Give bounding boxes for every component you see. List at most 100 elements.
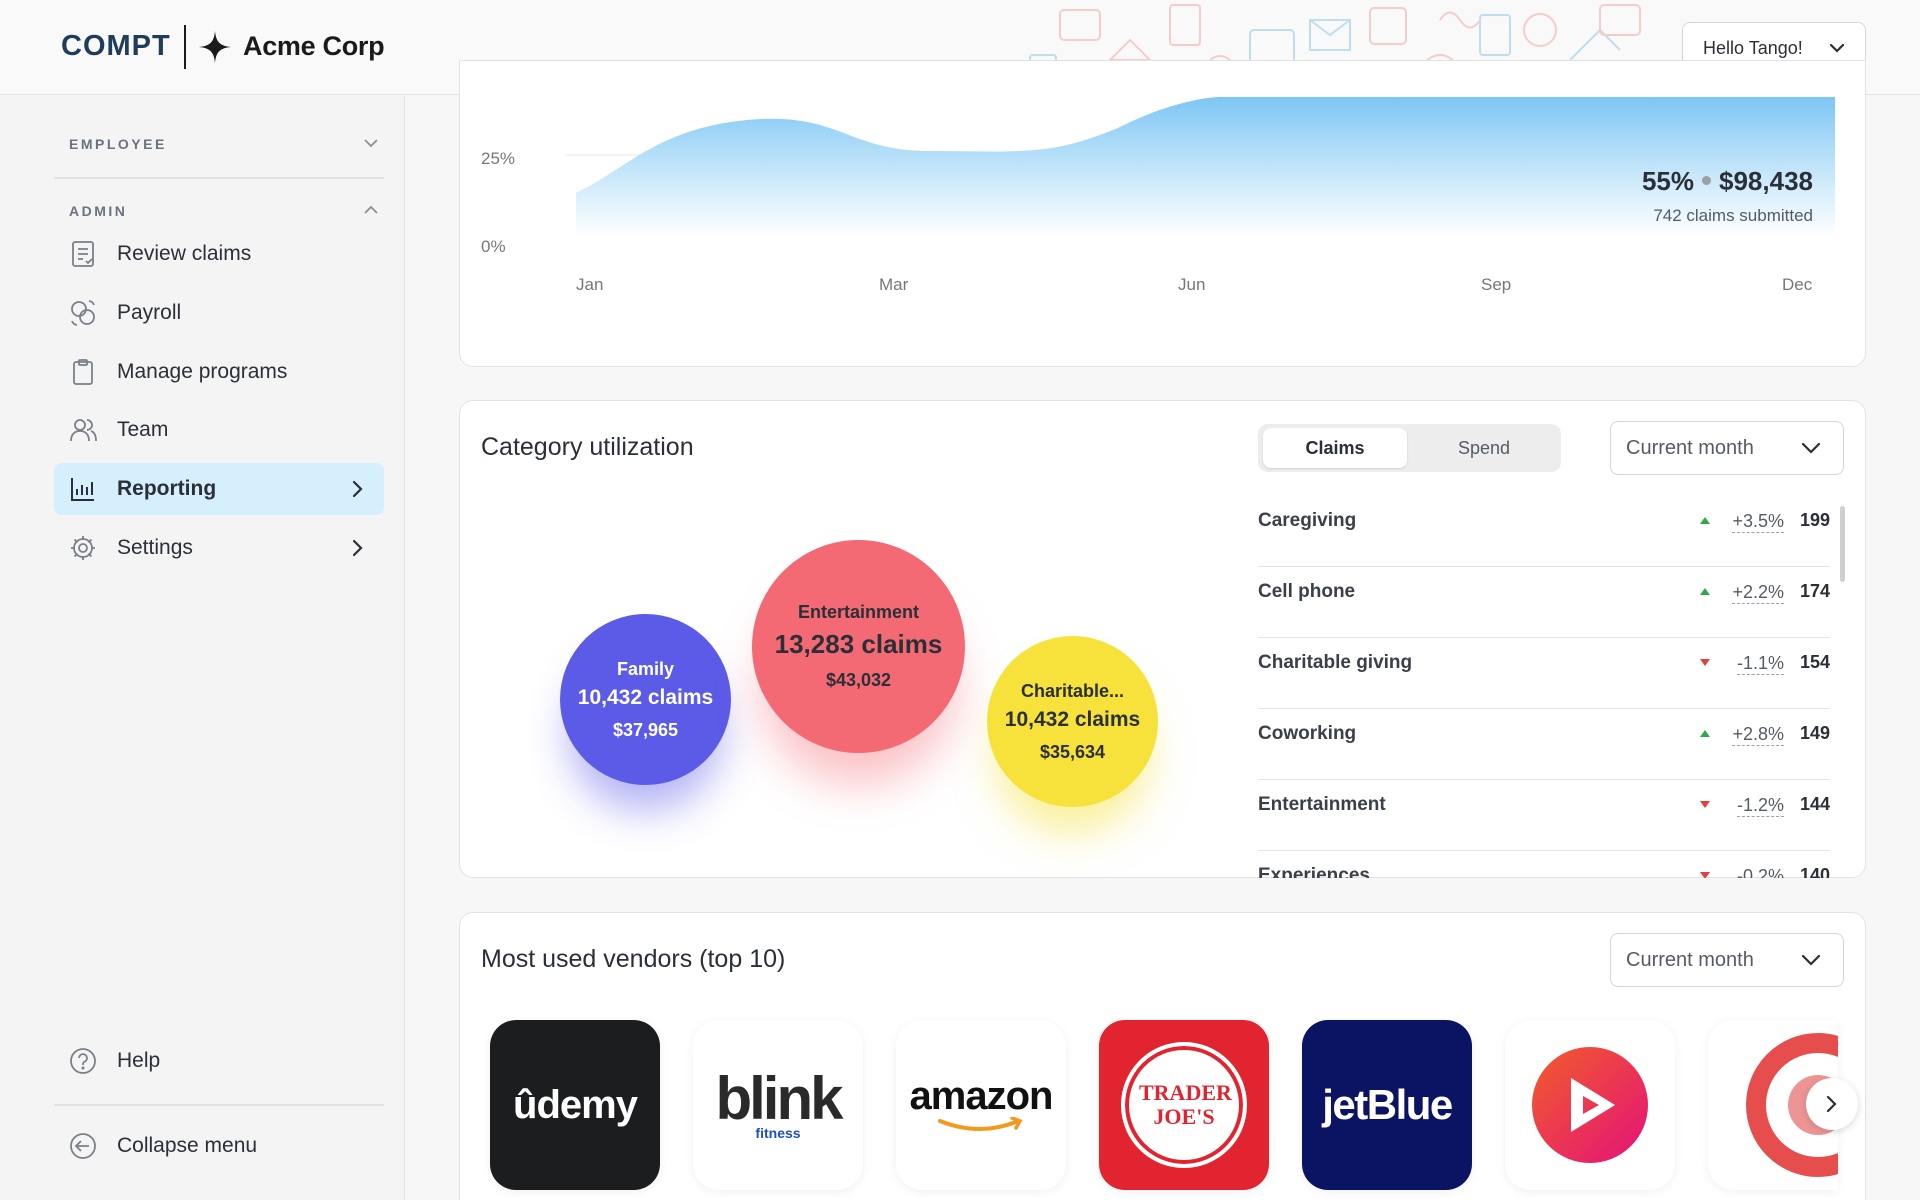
chevron-down-icon[interactable]	[364, 138, 378, 148]
help-label: Help	[117, 1049, 161, 1072]
vendor-udemy[interactable]: ûdemy	[490, 1020, 660, 1190]
sidebar-item-team[interactable]: Team	[54, 404, 384, 456]
category-name: Entertainment	[1258, 794, 1386, 815]
admin-section-toggle[interactable]: ADMIN	[69, 203, 127, 219]
review-claims-icon	[72, 241, 94, 267]
vendor-amazon[interactable]: amazon	[896, 1020, 1066, 1190]
vendor-blink[interactable]: blink fitness	[693, 1020, 863, 1190]
sidebar: EMPLOYEE ADMIN Review claims Payroll Man…	[0, 96, 405, 1200]
category-count: 144	[1799, 794, 1830, 814]
category-name: Cell phone	[1258, 581, 1356, 602]
team-icon	[70, 419, 97, 442]
bubble-family[interactable]: Family 10,432 claims $37,965	[560, 614, 731, 785]
trend-up-icon	[1700, 588, 1710, 595]
trend-down-icon	[1700, 872, 1710, 878]
toggle-spend[interactable]: Spend	[1412, 428, 1556, 468]
sidebar-item-manage-programs[interactable]: Manage programs	[54, 346, 384, 398]
bubble-entertainment[interactable]: Entertainment 13,283 claims $43,032	[752, 540, 965, 753]
category-change[interactable]: +2.2%	[1732, 581, 1784, 604]
category-name: Experiences	[1258, 865, 1370, 878]
toggle-claims[interactable]: Claims	[1263, 428, 1407, 468]
payroll-icon	[71, 300, 95, 326]
category-change[interactable]: -1.1%	[1736, 652, 1784, 675]
chevron-up-icon[interactable]	[364, 205, 378, 215]
category-change[interactable]: +3.5%	[1732, 510, 1784, 533]
list-item[interactable]: Entertainment -1.2% 144	[1258, 780, 1830, 851]
sidebar-item-review-claims[interactable]: Review claims	[54, 228, 384, 280]
udemy-logo-text: ûdemy	[513, 1082, 638, 1127]
highlight-percent: 55%	[1641, 166, 1695, 196]
list-item[interactable]: Coworking +2.8% 149	[1258, 709, 1830, 780]
bubble-name: Entertainment	[797, 602, 920, 622]
gear-icon	[71, 536, 95, 560]
sidebar-divider	[54, 1104, 384, 1106]
x-tick-jan: Jan	[576, 275, 604, 294]
category-count: 154	[1799, 652, 1830, 672]
amazon-logo-text: amazon	[909, 1074, 1054, 1118]
category-count: 140	[1799, 865, 1830, 878]
category-name: Coworking	[1258, 723, 1357, 744]
logo-divider	[184, 25, 186, 69]
bubble-amount: $37,965	[612, 719, 679, 740]
chevron-right-icon	[352, 480, 363, 498]
compt-logo[interactable]: COMPT	[61, 30, 171, 63]
category-change[interactable]: -0.2%	[1737, 865, 1784, 878]
user-greeting: Hello Tango!	[1703, 37, 1803, 58]
separator-dot	[1702, 176, 1712, 186]
list-item[interactable]: Charitable giving -1.1% 154	[1258, 638, 1830, 709]
spend-chart-card: 25% 0% Jan Mar Jun Sep Dec 55% $98,438 74…	[459, 60, 1866, 367]
bubble-claims: 13,283 claims	[774, 629, 943, 659]
bar-chart-icon	[71, 478, 94, 501]
vendors-next-button[interactable]	[1806, 1078, 1858, 1130]
sidebar-item-label: Settings	[117, 536, 193, 559]
sidebar-item-payroll[interactable]: Payroll	[54, 287, 384, 339]
category-change[interactable]: +2.8%	[1732, 723, 1784, 746]
card-title: Category utilization	[481, 433, 694, 461]
category-list-scrollbar[interactable]	[1840, 506, 1845, 582]
help-link[interactable]: Help	[54, 1035, 384, 1087]
sidebar-item-settings[interactable]: Settings	[54, 522, 384, 574]
vendor-jetblue[interactable]: jetBlue	[1302, 1020, 1472, 1190]
vendor-trader-joes[interactable]: TRADER JOE'S	[1099, 1020, 1269, 1190]
x-tick-sep: Sep	[1481, 275, 1512, 294]
chevron-down-icon	[1801, 954, 1821, 966]
jetblue-logo-text: jetBlue	[1322, 1081, 1453, 1128]
collapse-menu-button[interactable]: Collapse menu	[54, 1120, 384, 1172]
trader-joes-logo: TRADER JOE'S	[1121, 1042, 1247, 1168]
category-count: 174	[1799, 581, 1830, 601]
category-change[interactable]: -1.2%	[1736, 794, 1784, 817]
period-select[interactable]: Current month	[1610, 421, 1844, 475]
help-icon	[70, 1048, 96, 1074]
list-item[interactable]: Experiences -0.2% 140	[1258, 851, 1830, 878]
vendor-period-select[interactable]: Current month	[1610, 933, 1844, 987]
bubble-amount: $43,032	[825, 670, 892, 690]
bubble-claims: 10,432 claims	[577, 685, 714, 709]
amazon-logo: amazon	[910, 1075, 1053, 1135]
sidebar-item-label: Payroll	[117, 301, 182, 324]
sidebar-item-reporting[interactable]: Reporting	[54, 463, 384, 515]
category-list[interactable]: Caregiving +3.5% 199 Cell phone +2.2% 17…	[1258, 496, 1830, 878]
category-count: 149	[1799, 723, 1830, 743]
bubble-amount: $35,634	[1039, 741, 1106, 762]
list-item[interactable]: Cell phone +2.2% 174	[1258, 567, 1830, 638]
employee-section-toggle[interactable]: EMPLOYEE	[69, 136, 167, 152]
trend-down-icon	[1700, 801, 1710, 808]
company-name: Acme Corp	[243, 31, 385, 61]
period-select-value: Current month	[1626, 948, 1754, 971]
play-logo-icon	[1532, 1047, 1648, 1163]
acme-star-icon	[199, 31, 231, 63]
trend-down-icon	[1700, 659, 1710, 666]
bubble-charitable[interactable]: Charitable... 10,432 claims $35,634	[987, 636, 1158, 807]
area-chart	[565, 97, 1835, 237]
category-name: Charitable giving	[1258, 652, 1413, 673]
list-item[interactable]: Caregiving +3.5% 199	[1258, 496, 1830, 567]
claims-spend-toggle: Claims Spend	[1258, 424, 1561, 472]
vendor-play[interactable]	[1505, 1020, 1675, 1190]
card-title: Most used vendors (top 10)	[481, 945, 786, 973]
trend-up-icon	[1700, 517, 1710, 524]
chevron-down-icon	[1801, 442, 1821, 454]
x-tick-dec: Dec	[1782, 275, 1813, 294]
bubble-name: Family	[616, 658, 675, 679]
category-name: Caregiving	[1258, 510, 1357, 531]
chevron-right-icon	[352, 539, 363, 557]
